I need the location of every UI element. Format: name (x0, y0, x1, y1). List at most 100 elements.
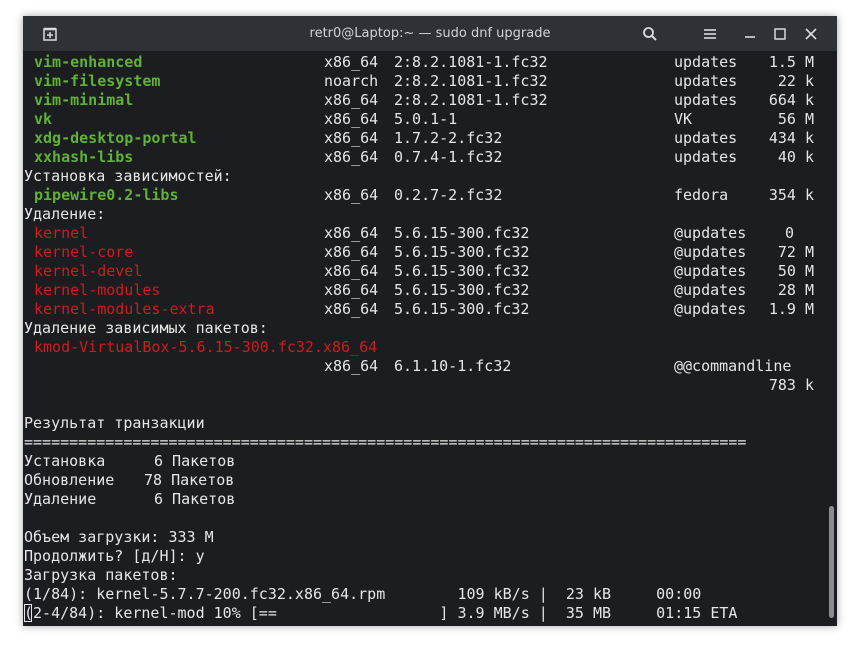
package-arch: x86_64 (324, 300, 379, 318)
package-row: xxhash-libs x86_64 0.7.4-1.fc32 updates … (24, 148, 814, 167)
section-header: Удаление зависимых пакетов: (24, 319, 268, 337)
package-repo: @updates (674, 262, 747, 280)
minimize-button[interactable] (735, 16, 765, 51)
package-name: vk (34, 110, 53, 128)
package-size: 434 k (768, 129, 814, 147)
scrollbar-thumb[interactable] (829, 506, 834, 618)
summary-label: Удаление (24, 490, 97, 508)
package-version: 5.6.15-300.fc32 (394, 281, 530, 299)
search-button[interactable] (635, 16, 665, 51)
package-size: 28 M (777, 281, 814, 299)
package-row: vk x86_64 5.0.1-1 VK 56 M (24, 110, 814, 129)
section-header: Установка зависимостей: (24, 167, 232, 185)
package-arch: x86_64 (324, 281, 379, 299)
package-size: 22 k (777, 72, 814, 90)
package-row: vim-enhanced x86_64 2:8.2.1081-1.fc32 up… (24, 53, 814, 72)
package-row: kernel-devel x86_64 5.6.15-300.fc32 @upd… (24, 262, 814, 281)
package-name: kernel (34, 224, 89, 242)
title-bar: retr0@Laptop:~ — sudo dnf upgrade (23, 16, 837, 51)
menu-button[interactable] (695, 16, 725, 51)
summary-row: Установка 6 Пакетов (24, 452, 235, 471)
section-header: Удаление: (24, 205, 106, 223)
package-name: kmod-VirtualBox-5.6.15-300.fc32.x86_64 (34, 338, 378, 356)
maximize-button[interactable] (765, 16, 795, 51)
package-repo: VK (674, 110, 693, 128)
package-size: 1.5 M (768, 53, 814, 71)
package-version: 5.0.1-1 (394, 110, 458, 128)
package-version: 5.6.15-300.fc32 (394, 224, 530, 242)
package-size: 783 k (768, 376, 814, 394)
package-size: 72 M (777, 243, 814, 261)
download-progress-line: (1/84): kernel-5.7.7-200.fc32.x86_64.rpm… (24, 585, 702, 603)
terminal-output[interactable]: vim-enhanced x86_64 2:8.2.1081-1.fc32 up… (23, 51, 827, 626)
scrollbar[interactable] (828, 51, 837, 626)
summary-count: 6 Пакетов (154, 490, 236, 508)
package-size: 50 M (777, 262, 814, 280)
package-name: kernel-modules (34, 281, 161, 299)
confirm-prompt: Продолжить? [д/Н]: y (24, 547, 205, 565)
package-row: kernel-modules x86_64 5.6.15-300.fc32 @u… (24, 281, 814, 300)
summary-count: 6 Пакетов (154, 452, 236, 470)
package-arch: x86_64 (324, 110, 379, 128)
package-arch: x86_64 (324, 224, 379, 242)
package-repo: @updates (674, 243, 747, 261)
search-icon (643, 26, 657, 41)
package-arch: x86_64 (324, 357, 379, 375)
package-arch: x86_64 (324, 262, 379, 280)
package-row: vim-filesystem noarch 2:8.2.1081-1.fc32 … (24, 72, 814, 91)
package-size: 40 k (777, 148, 814, 166)
progress-text: (2-4/84): kernel-mod 10% [== ] 3.9 MB/s … (24, 604, 738, 622)
package-name: vim-enhanced (34, 53, 143, 71)
text-cursor (24, 604, 32, 622)
package-version: 6.1.10-1.fc32 (394, 357, 512, 375)
package-size: 1.9 M (768, 300, 814, 318)
package-size: 664 k (768, 91, 814, 109)
summary-count: 78 Пакетов (144, 471, 235, 489)
package-repo: @updates (674, 300, 747, 318)
maximize-icon (774, 27, 786, 40)
downloading-header: Загрузка пакетов: (24, 566, 178, 584)
package-name: kernel-core (34, 243, 134, 261)
package-version: 2:8.2.1081-1.fc32 (394, 91, 548, 109)
package-name: kernel-modules-extra (34, 300, 215, 318)
summary-row: Удаление 6 Пакетов (24, 490, 235, 509)
package-repo: updates (674, 72, 738, 90)
package-version: 0.2.7-2.fc32 (394, 186, 503, 204)
package-size: 354 k (768, 186, 814, 204)
summary-row: Обновление 78 Пакетов (24, 471, 234, 490)
close-button[interactable] (796, 16, 826, 51)
package-version: 2:8.2.1081-1.fc32 (394, 72, 548, 90)
package-version: 0.7.4-1.fc32 (394, 148, 503, 166)
package-row: pipewire0.2-libs x86_64 0.2.7-2.fc32 fed… (24, 186, 814, 205)
package-arch: x86_64 (324, 53, 379, 71)
package-arch: x86_64 (324, 243, 379, 261)
separator-line: ========================================… (24, 433, 747, 451)
close-icon (805, 27, 817, 40)
summary-header: Результат транзакции (24, 414, 205, 432)
package-version: 1.7.2-2.fc32 (394, 129, 503, 147)
package-size: 0 (784, 224, 794, 242)
package-name: vim-minimal (34, 91, 134, 109)
package-arch: x86_64 (324, 129, 379, 147)
minimize-icon (745, 35, 755, 38)
package-name: kernel-devel (34, 262, 143, 280)
package-repo: @updates (674, 281, 747, 299)
package-row: xdg-desktop-portal x86_64 1.7.2-2.fc32 u… (24, 129, 814, 148)
summary-label: Установка (24, 452, 106, 470)
package-name: xdg-desktop-portal (34, 129, 197, 147)
download-progress-line-active: (2-4/84): kernel-mod 10% [== ] 3.9 MB/s … (24, 604, 737, 623)
package-arch: x86_64 (324, 91, 379, 109)
package-version: 5.6.15-300.fc32 (394, 262, 530, 280)
package-name: vim-filesystem (34, 72, 161, 90)
package-arch: x86_64 (324, 186, 379, 204)
package-row-continued: x86_64 6.1.10-1.fc32 @@commandline (24, 357, 791, 376)
package-repo: updates (674, 129, 738, 147)
package-row: kmod-VirtualBox-5.6.15-300.fc32.x86_64 (24, 338, 377, 357)
download-size-text: Объем загрузки: 333 M (24, 528, 214, 546)
package-repo: updates (674, 53, 738, 71)
package-version: 5.6.15-300.fc32 (394, 300, 530, 318)
summary-label: Обновление (24, 471, 115, 489)
package-row: vim-minimal x86_64 2:8.2.1081-1.fc32 upd… (24, 91, 814, 110)
package-arch: x86_64 (324, 148, 379, 166)
package-row: kernel x86_64 5.6.15-300.fc32 @updates 0 (24, 224, 794, 243)
